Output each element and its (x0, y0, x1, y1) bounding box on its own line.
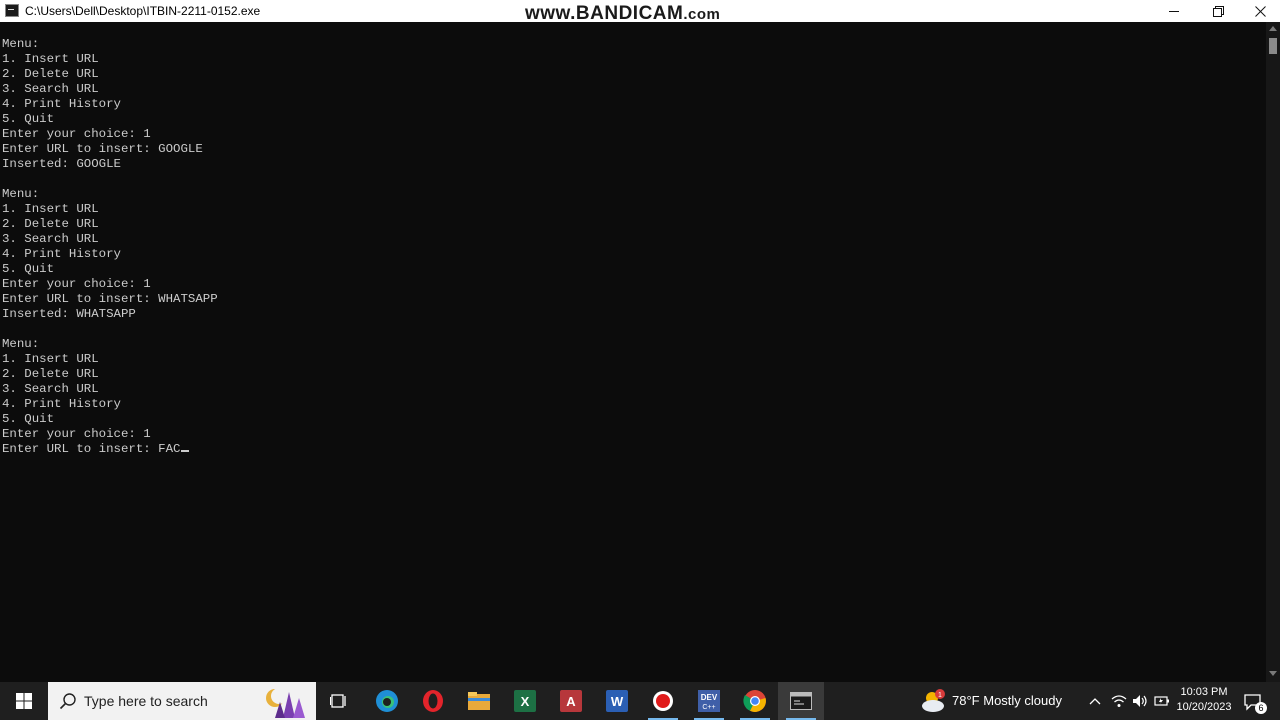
word-icon: W (606, 690, 628, 712)
edge-icon (376, 690, 398, 712)
scroll-down-arrow-icon[interactable] (1269, 671, 1277, 676)
opera-icon (423, 690, 443, 712)
network-tray-icon[interactable] (1111, 693, 1127, 709)
console-text: Menu: 1. Insert URL 2. Delete URL 3. Sea… (2, 37, 218, 457)
search-highlight-art-icon (266, 688, 305, 718)
clock-date: 10/20/2023 (1176, 701, 1232, 713)
speaker-icon (1133, 695, 1147, 707)
close-icon (1254, 5, 1266, 17)
console-line: 4. Print History (2, 397, 121, 411)
title-bar: C:\Users\Dell\Desktop\ITBIN-2211-0152.ex… (0, 0, 1280, 24)
minimize-icon (1169, 11, 1179, 12)
weather-condition: Mostly cloudy (983, 693, 1062, 708)
scroll-up-arrow-icon[interactable] (1269, 26, 1277, 31)
dev-cpp-taskbar-button[interactable]: DEV C++ (686, 682, 732, 720)
taskbar: Type here to search X A W DEV C++ 1 78°F… (0, 682, 1280, 720)
console-line: Enter your choice: 1 (2, 127, 151, 141)
text-cursor (181, 450, 190, 452)
opera-taskbar-button[interactable] (410, 682, 456, 720)
word-taskbar-button[interactable]: W (594, 682, 640, 720)
chrome-icon (743, 690, 766, 712)
console-input-line[interactable]: Enter URL to insert: FAC (2, 442, 180, 456)
svg-text:W: W (611, 694, 624, 709)
windows-logo-icon (16, 693, 32, 709)
console-line: 4. Print History (2, 247, 121, 261)
console-history-lines: Menu: 1. Insert URL 2. Delete URL 3. Sea… (2, 37, 218, 441)
search-icon (59, 693, 76, 710)
battery-tray-icon[interactable] (1154, 693, 1170, 709)
excel-icon: X (514, 690, 536, 712)
show-hidden-icons-button[interactable] (1087, 693, 1103, 709)
start-button[interactable] (0, 682, 48, 720)
console-line: Inserted: WHATSAPP (2, 307, 136, 321)
svg-text:A: A (566, 694, 576, 709)
restore-icon (1212, 5, 1224, 17)
console-line: 2. Delete URL (2, 367, 99, 381)
console-line: 5. Quit (2, 262, 55, 276)
taskbar-clock[interactable]: 10:03 PM 10/20/2023 (1170, 685, 1238, 715)
close-button[interactable] (1238, 0, 1280, 22)
weather-widget[interactable]: 78°F Mostly cloudy (952, 693, 1062, 708)
notification-count-badge: 6 (1255, 702, 1267, 714)
console-line: Enter your choice: 1 (2, 427, 151, 441)
task-view-icon (330, 694, 346, 708)
access-icon: A (560, 690, 582, 712)
battery-plug-icon (1154, 696, 1169, 706)
svg-text:X: X (521, 694, 530, 709)
console-line: 4. Print History (2, 97, 121, 111)
folder-icon (468, 692, 490, 710)
console-line: 3. Search URL (2, 382, 99, 396)
chevron-up-icon (1089, 698, 1101, 705)
svg-text:C++: C++ (702, 704, 715, 711)
clock-time: 10:03 PM (1180, 686, 1228, 698)
file-explorer-taskbar-button[interactable] (456, 682, 502, 720)
console-window-taskbar-button[interactable] (778, 682, 824, 720)
scrollbar-thumb[interactable] (1269, 38, 1277, 54)
access-taskbar-button[interactable]: A (548, 682, 594, 720)
console-line: 3. Search URL (2, 232, 99, 246)
console-line: Inserted: GOOGLE (2, 157, 121, 171)
task-view-button[interactable] (316, 682, 362, 720)
watermark-suffix: .com (683, 6, 721, 23)
console-line: 3. Search URL (2, 82, 99, 96)
wifi-icon (1111, 695, 1127, 707)
console-line: 5. Quit (2, 412, 55, 426)
console-app-icon (5, 4, 19, 17)
console-output-area[interactable]: Menu: 1. Insert URL 2. Delete URL 3. Sea… (0, 22, 1266, 682)
window-title: C:\Users\Dell\Desktop\ITBIN-2211-0152.ex… (25, 4, 261, 18)
watermark-main: www.BANDICAM (525, 3, 684, 24)
console-line: Enter your choice: 1 (2, 277, 151, 291)
chrome-taskbar-button[interactable] (732, 682, 778, 720)
vertical-scrollbar[interactable] (1266, 22, 1280, 682)
console-line: 2. Delete URL (2, 217, 99, 231)
weather-alert-count: 1 (938, 692, 942, 699)
console-line: Menu: (2, 37, 40, 51)
console-line: 5. Quit (2, 112, 55, 126)
console-icon (790, 692, 812, 710)
weather-cloudy-icon: 1 (922, 689, 945, 712)
edge-taskbar-button[interactable] (364, 682, 410, 720)
excel-taskbar-button[interactable]: X (502, 682, 548, 720)
record-icon (653, 691, 673, 711)
console-line: 1. Insert URL (2, 52, 99, 66)
restore-button[interactable] (1196, 0, 1240, 22)
console-line: 1. Insert URL (2, 202, 99, 216)
taskbar-search-box[interactable]: Type here to search (48, 682, 316, 720)
console-line: 2. Delete URL (2, 67, 99, 81)
console-line: Enter URL to insert: GOOGLE (2, 142, 203, 156)
volume-tray-icon[interactable] (1132, 693, 1148, 709)
svg-text:DEV: DEV (701, 693, 718, 702)
search-placeholder: Type here to search (84, 693, 208, 709)
console-line: Menu: (2, 187, 40, 201)
console-line: Menu: (2, 337, 40, 351)
console-line: 1. Insert URL (2, 352, 99, 366)
minimize-button[interactable] (1152, 0, 1196, 22)
dev-cpp-icon: DEV C++ (698, 690, 720, 712)
weather-temperature: 78°F (952, 693, 980, 708)
console-line: Enter URL to insert: WHATSAPP (2, 292, 218, 306)
bandicam-taskbar-button[interactable] (640, 682, 686, 720)
